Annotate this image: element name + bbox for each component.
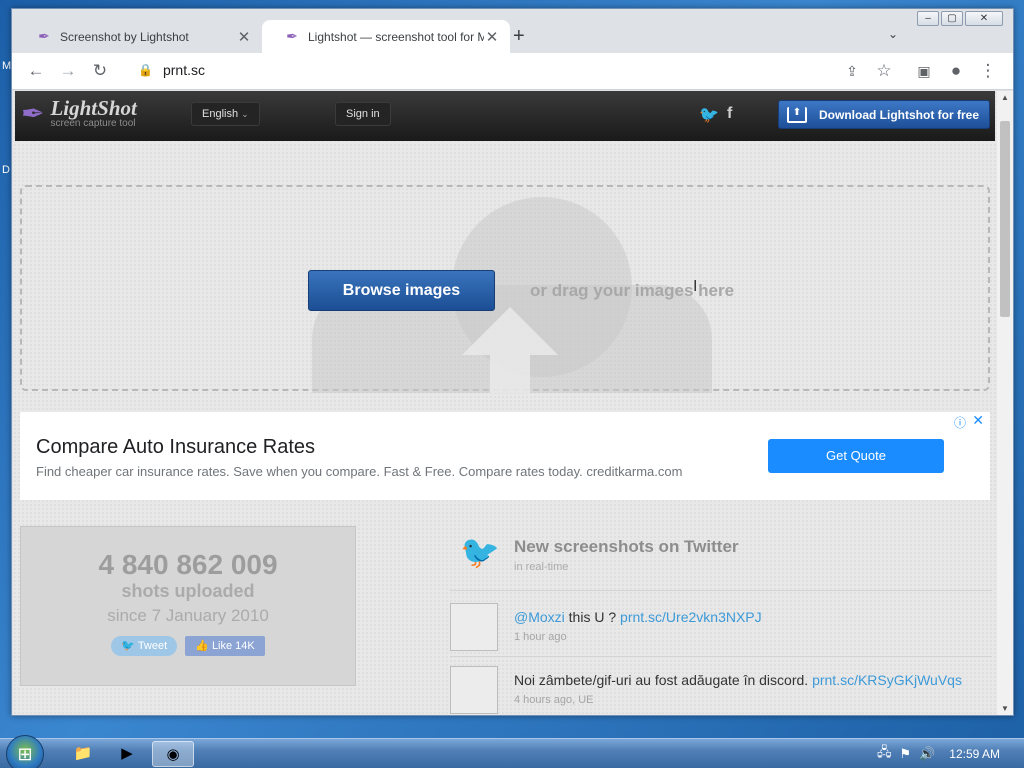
feather-icon: ✒: [21, 98, 45, 129]
ad-description: Find cheaper car insurance rates. Save w…: [36, 464, 683, 479]
since-label: since 7 January 2010: [107, 606, 269, 625]
logo-title: LightShot: [50, 96, 137, 120]
tweet-text: Noi zâmbete/gif-uri au fost adăugate în …: [514, 672, 962, 688]
tab-lightshot[interactable]: ✒ Lightshot — screenshot tool for M ✕: [262, 20, 510, 53]
feed-title: New screenshots on Twitter: [514, 537, 739, 556]
minimize-button[interactable]: –: [917, 11, 939, 26]
download-icon: ⬆: [787, 106, 807, 123]
back-icon[interactable]: ←: [24, 59, 48, 83]
like-button[interactable]: 👍 Like 14K: [185, 636, 265, 656]
twitter-icon[interactable]: 🐦: [699, 105, 719, 125]
sidepanel-icon[interactable]: ▣: [912, 59, 936, 83]
tweet-label: Tweet: [137, 640, 168, 652]
browser-window: ✒ Screenshot by Lightshot ✕ ✒ Lightshot …: [11, 8, 1014, 716]
close-icon[interactable]: ✕: [972, 412, 984, 429]
profile-icon[interactable]: ●: [944, 59, 968, 83]
scrollbar-thumb[interactable]: [1000, 121, 1010, 317]
language-label: English: [202, 108, 239, 120]
address-bar[interactable]: 🔒 prnt.sc: [138, 62, 205, 78]
tweet-link[interactable]: prnt.sc/KRSyGKjWuVqs: [812, 672, 962, 688]
tweet-link[interactable]: prnt.sc/Ure2vkn3NXPJ: [620, 609, 762, 625]
drag-hint: or drag your images here: [530, 281, 735, 300]
reload-icon[interactable]: ↻: [88, 59, 112, 83]
shots-count: 4 840 862 009: [98, 549, 278, 580]
tab-screenshot[interactable]: ✒ Screenshot by Lightshot ✕: [14, 20, 262, 53]
flag-icon[interactable]: ⚑: [899, 746, 911, 762]
tweet-body: Noi zâmbete/gif-uri au fost adăugate în …: [514, 672, 813, 688]
browse-images-button[interactable]: Browse images: [308, 270, 495, 311]
tweet-body: this U ?: [564, 609, 621, 625]
avatar[interactable]: [450, 603, 498, 651]
clock[interactable]: 12:59 AM: [949, 747, 1000, 761]
tab-strip: ✒ Screenshot by Lightshot ✕ ✒ Lightshot …: [12, 9, 1013, 53]
menu-icon[interactable]: ⋮: [976, 59, 1000, 83]
scroll-down-icon[interactable]: ▼: [1001, 704, 1009, 713]
like-label: Like 14K: [211, 640, 255, 652]
facebook-icon[interactable]: f: [727, 105, 732, 123]
desktop-label-d: D: [2, 164, 10, 176]
page-viewport: ✒ LightShot screen capture tool English …: [13, 91, 997, 715]
media-player-icon[interactable]: ▶: [106, 741, 148, 767]
new-tab-button[interactable]: +: [513, 25, 525, 48]
desktop-label-m: M: [2, 60, 12, 72]
text-cursor-icon: I: [693, 278, 698, 295]
feather-icon: ✒: [286, 28, 298, 44]
site-logo[interactable]: ✒ LightShot screen capture tool: [21, 97, 137, 130]
taskbar: ⊞ 📁 ▶ ◉ 🖧 ⚑ 🔊 12:59 AM: [0, 735, 1024, 768]
scrollbar[interactable]: ▲ ▼: [997, 91, 1013, 715]
browser-toolbar: ← → ↻ 🔒 prnt.sc ⇪ ☆ ▣ ● ⋮: [12, 53, 1013, 90]
tweet-button[interactable]: 🐦 Tweet: [111, 636, 178, 656]
sign-in-button[interactable]: Sign in: [335, 102, 391, 126]
close-tab-icon[interactable]: ✕: [484, 28, 500, 46]
tweet-user-link[interactable]: @Moxzi: [514, 609, 565, 625]
close-tab-icon[interactable]: ✕: [236, 28, 252, 46]
ad-title[interactable]: Compare Auto Insurance Rates: [36, 436, 315, 459]
lock-icon[interactable]: 🔒: [138, 63, 153, 77]
start-button[interactable]: ⊞: [6, 735, 44, 768]
download-button[interactable]: ⬆ Download Lightshot for free: [778, 100, 990, 129]
chrome-icon[interactable]: ◉: [152, 741, 194, 767]
language-selector[interactable]: English ⌄: [191, 102, 260, 126]
twitter-feed-header: 🐦 New screenshots on Twitter in real-tim…: [450, 521, 992, 591]
logo-subtitle: screen capture tool: [50, 118, 136, 129]
adinfo-icon[interactable]: ⓘ: [954, 414, 966, 431]
maximize-button[interactable]: ▢: [941, 11, 963, 26]
share-icon[interactable]: ⇪: [840, 59, 864, 83]
shots-label: shots uploaded: [121, 581, 255, 601]
scroll-up-icon[interactable]: ▲: [1001, 93, 1009, 102]
upload-dropzone[interactable]: Browse images or drag your images here I: [20, 185, 990, 393]
close-window-button[interactable]: ✕: [965, 11, 1003, 26]
twitter-icon: 🐦: [460, 534, 500, 570]
chevron-down-icon: ⌄: [241, 109, 249, 119]
feather-icon: ✒: [38, 28, 50, 44]
window-controls: – ▢ ✕: [917, 11, 1003, 26]
tweet-item: @Moxzi this U ? prnt.sc/Ure2vkn3NXPJ 1 h…: [450, 595, 992, 657]
tweet-time: 4 hours ago, UE: [514, 694, 594, 706]
forward-icon[interactable]: →: [56, 59, 80, 83]
ad-banner[interactable]: Compare Auto Insurance Rates Find cheape…: [20, 412, 990, 500]
tab-label: Screenshot by Lightshot: [60, 29, 189, 44]
tab-search-icon[interactable]: ⌄: [888, 27, 898, 41]
tweet-text: @Moxzi this U ? prnt.sc/Ure2vkn3NXPJ: [514, 609, 762, 625]
get-quote-button[interactable]: Get Quote: [768, 439, 944, 473]
url-text: prnt.sc: [162, 62, 205, 78]
star-icon[interactable]: ☆: [872, 59, 896, 83]
site-header: ✒ LightShot screen capture tool English …: [15, 91, 995, 141]
system-tray: 🖧 ⚑ 🔊 12:59 AM: [877, 739, 1024, 768]
network-icon[interactable]: 🖧: [877, 743, 892, 765]
explorer-icon[interactable]: 📁: [62, 741, 104, 767]
tweet-item: Noi zâmbete/gif-uri au fost adăugate în …: [450, 658, 992, 715]
tweet-time: 1 hour ago: [514, 631, 567, 643]
volume-icon[interactable]: 🔊: [919, 746, 935, 762]
tab-label: Lightshot — screenshot tool for M: [308, 29, 484, 44]
stats-box: 4 840 862 009 shots uploaded since 7 Jan…: [20, 526, 356, 686]
avatar[interactable]: [450, 666, 498, 714]
download-label: Download Lightshot for free: [819, 107, 979, 122]
feed-subtitle: in real-time: [514, 561, 569, 573]
